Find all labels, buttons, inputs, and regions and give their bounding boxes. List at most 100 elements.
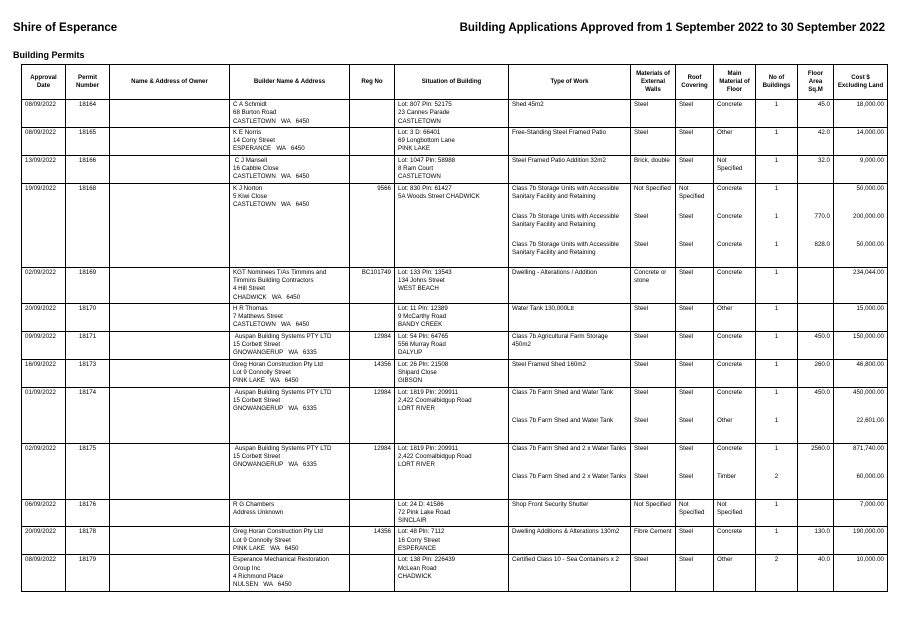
roof-covering-entry: Steel (679, 332, 694, 340)
external-walls-material-entry: Concrete or stone (634, 268, 667, 284)
external-walls-material: Not Specified Steel Steel (630, 183, 676, 268)
cost-excluding-land: 18,000.00 (833, 99, 888, 128)
work-type-line: Water Tank 130,000Ltr (512, 304, 575, 312)
reg-no: 9566 (349, 183, 395, 268)
floor-material: Concrete (713, 359, 756, 388)
roof-covering-entry: Steel (679, 156, 694, 164)
external-walls-material-entry: Steel (634, 360, 649, 368)
roof-covering: Steel (675, 554, 714, 592)
builder-name-address-line: K J Norton (233, 184, 263, 192)
building-situation: Lot: 1819 Pln: 209911 2,422 Coomalbidgup … (394, 387, 509, 444)
table-row: 02/09/2022 18169 KGT Nominees T/As Timmins… (21, 267, 888, 304)
approval-date: 16/09/2022 (21, 359, 66, 388)
floor-material: Other (713, 127, 756, 156)
roof-covering: Not Specified (675, 499, 714, 528)
building-situation-line: 9 McCarthy Road (398, 313, 447, 321)
owner-name-address (109, 267, 230, 304)
floor-area-entry: 2560.0 (811, 444, 830, 452)
permit-number: 18174 (65, 387, 110, 444)
floor-area-entry: 260.0 (814, 360, 830, 368)
floor-material: Concrete (713, 331, 756, 360)
cost-excluding-land-entry: 7,000.00 (859, 500, 884, 508)
building-situation: Lot: 133 Pln: 13543 134 Johns Street WEST … (394, 267, 509, 304)
cost-excluding-land-entry: 871,740.00 (853, 444, 884, 452)
floor-area: 130.0 (797, 526, 834, 556)
table-row: 02/09/2022 18175 Auspan Building Systems … (21, 443, 888, 500)
building-situation: Lot: 807 Pln: 52175 23 Cannes Parade CASTL… (394, 99, 509, 128)
roof-covering: Steel (675, 526, 714, 556)
approval-date: 02/09/2022 (21, 267, 66, 304)
column-header: Builder Name & Address (229, 64, 350, 100)
roof-covering: Steel (675, 303, 714, 332)
builder-name-address-line: 4 Hill Street (233, 285, 265, 293)
builder-name-address-line: GNOWANGERUP WA 6335 (233, 405, 317, 413)
table-row: 20/09/2022 18170 H R Thomas 7 Matthews Stre… (21, 303, 888, 332)
table-row: 01/09/2022 18174 Auspan Building Systems … (21, 387, 888, 444)
work-type-line: Dwelling Additions & Alterations 130m2 (512, 528, 620, 536)
building-situation-line: PINK LAKE (398, 145, 430, 153)
building-count-entry: 1 (774, 212, 779, 220)
floor-material: Concrete (713, 526, 756, 556)
floor-area-entry: 130.0 (814, 528, 830, 536)
building-situation-line: Lot: 1819 Pln: 209911 (398, 388, 459, 396)
floor-area-entry (801, 185, 830, 210)
external-walls-material-entry: Steel (634, 332, 649, 340)
reg-no (349, 303, 395, 332)
permit-number: 18168 (65, 183, 110, 268)
building-count: 1 (755, 267, 798, 304)
building-situation: Lot: 54 Pln: 64765 556 Murray Road DALYUP (394, 331, 509, 360)
building-count: 11 (755, 387, 798, 444)
roof-covering-entry: Steel (679, 360, 694, 368)
roof-covering: Steel (675, 359, 714, 388)
external-walls-material: Brick, double (630, 155, 676, 184)
floor-material-entry: Concrete (717, 360, 743, 368)
building-situation: Lot: 11 Pln: 12389 9 McCarthy Road BANDY C… (394, 303, 509, 332)
floor-area-entry: 40.0 (817, 556, 830, 564)
cost-excluding-land-entry: 200,000.00 (853, 212, 884, 220)
roof-covering-entry: Steel (679, 304, 694, 312)
floor-material: Concrete (713, 267, 756, 304)
table-row: 09/09/2022 18171 Auspan Building Systems … (21, 331, 888, 360)
building-count: 1 (755, 331, 798, 360)
roof-covering: Steel (675, 155, 714, 184)
roof-covering: Steel (675, 331, 714, 360)
work-type-line: Shed 45m2 (512, 101, 544, 108)
external-walls-material: Steel (630, 127, 676, 156)
building-count-entry: 1 (774, 184, 779, 192)
owner-name-address (109, 499, 230, 528)
column-header: Floor Area Sq.M (797, 64, 834, 100)
building-count-entry: 1 (774, 444, 779, 452)
building-count-entry: 1 (774, 101, 779, 108)
work-type-line: Class 7b Storage Units with Accessible S… (512, 184, 621, 200)
approval-date: 08/09/2022 (21, 554, 66, 592)
table-row: 20/09/2022 18178 Greg Horan Construction P… (21, 526, 888, 556)
column-header: Main Material of Floor (713, 64, 756, 100)
permit-number: 18170 (65, 303, 110, 332)
column-header: Materials of External Walls (630, 64, 676, 100)
work-type-line: Steel Framed Patio Addition 32m2 (512, 156, 606, 164)
building-count: 1 (755, 499, 798, 528)
building-situation-line: CHADWICK (398, 572, 432, 580)
external-walls-material: Steel (630, 99, 676, 128)
approval-date: 08/09/2022 (21, 127, 66, 156)
building-count: 1 (755, 526, 798, 556)
builder-name-address: C J Mansell 16 Cabble Close CASTLETOWN WA … (229, 155, 350, 184)
cost-excluding-land: 46,800.00 (833, 359, 888, 388)
building-situation-line: LORT RIVER (398, 461, 435, 469)
builder-name-address-line: 16 Cabble Close (233, 165, 279, 173)
floor-material-entry: Concrete (717, 101, 743, 108)
cost-excluding-land-entry: 14,000.00 (856, 128, 884, 136)
approval-date: 09/09/2022 (21, 331, 66, 360)
type-of-work-entry: Class 7b Farm Shed and Water Tank (512, 389, 627, 414)
external-walls-material: Steel (630, 554, 676, 592)
floor-material: Concrete (713, 99, 756, 128)
type-of-work: Shed 45m2 (508, 99, 631, 128)
building-count-entry: 1 (774, 304, 779, 312)
builder-name-address-line: Auspan Building Systems PTY LTD (233, 388, 332, 396)
builder-name-address-line: C J Mansell (233, 156, 268, 164)
roof-covering-entry: Steel (679, 101, 694, 108)
building-situation: Lot: 3 D: 66401 69 Longbottom Lane PINK LA… (394, 127, 509, 156)
type-of-work: Shop Front Security Shutter (508, 499, 631, 528)
external-walls-material-entry: Steel (634, 101, 649, 108)
type-of-work: Class 7b Farm Shed and Water Tank Class 7… (508, 387, 631, 444)
